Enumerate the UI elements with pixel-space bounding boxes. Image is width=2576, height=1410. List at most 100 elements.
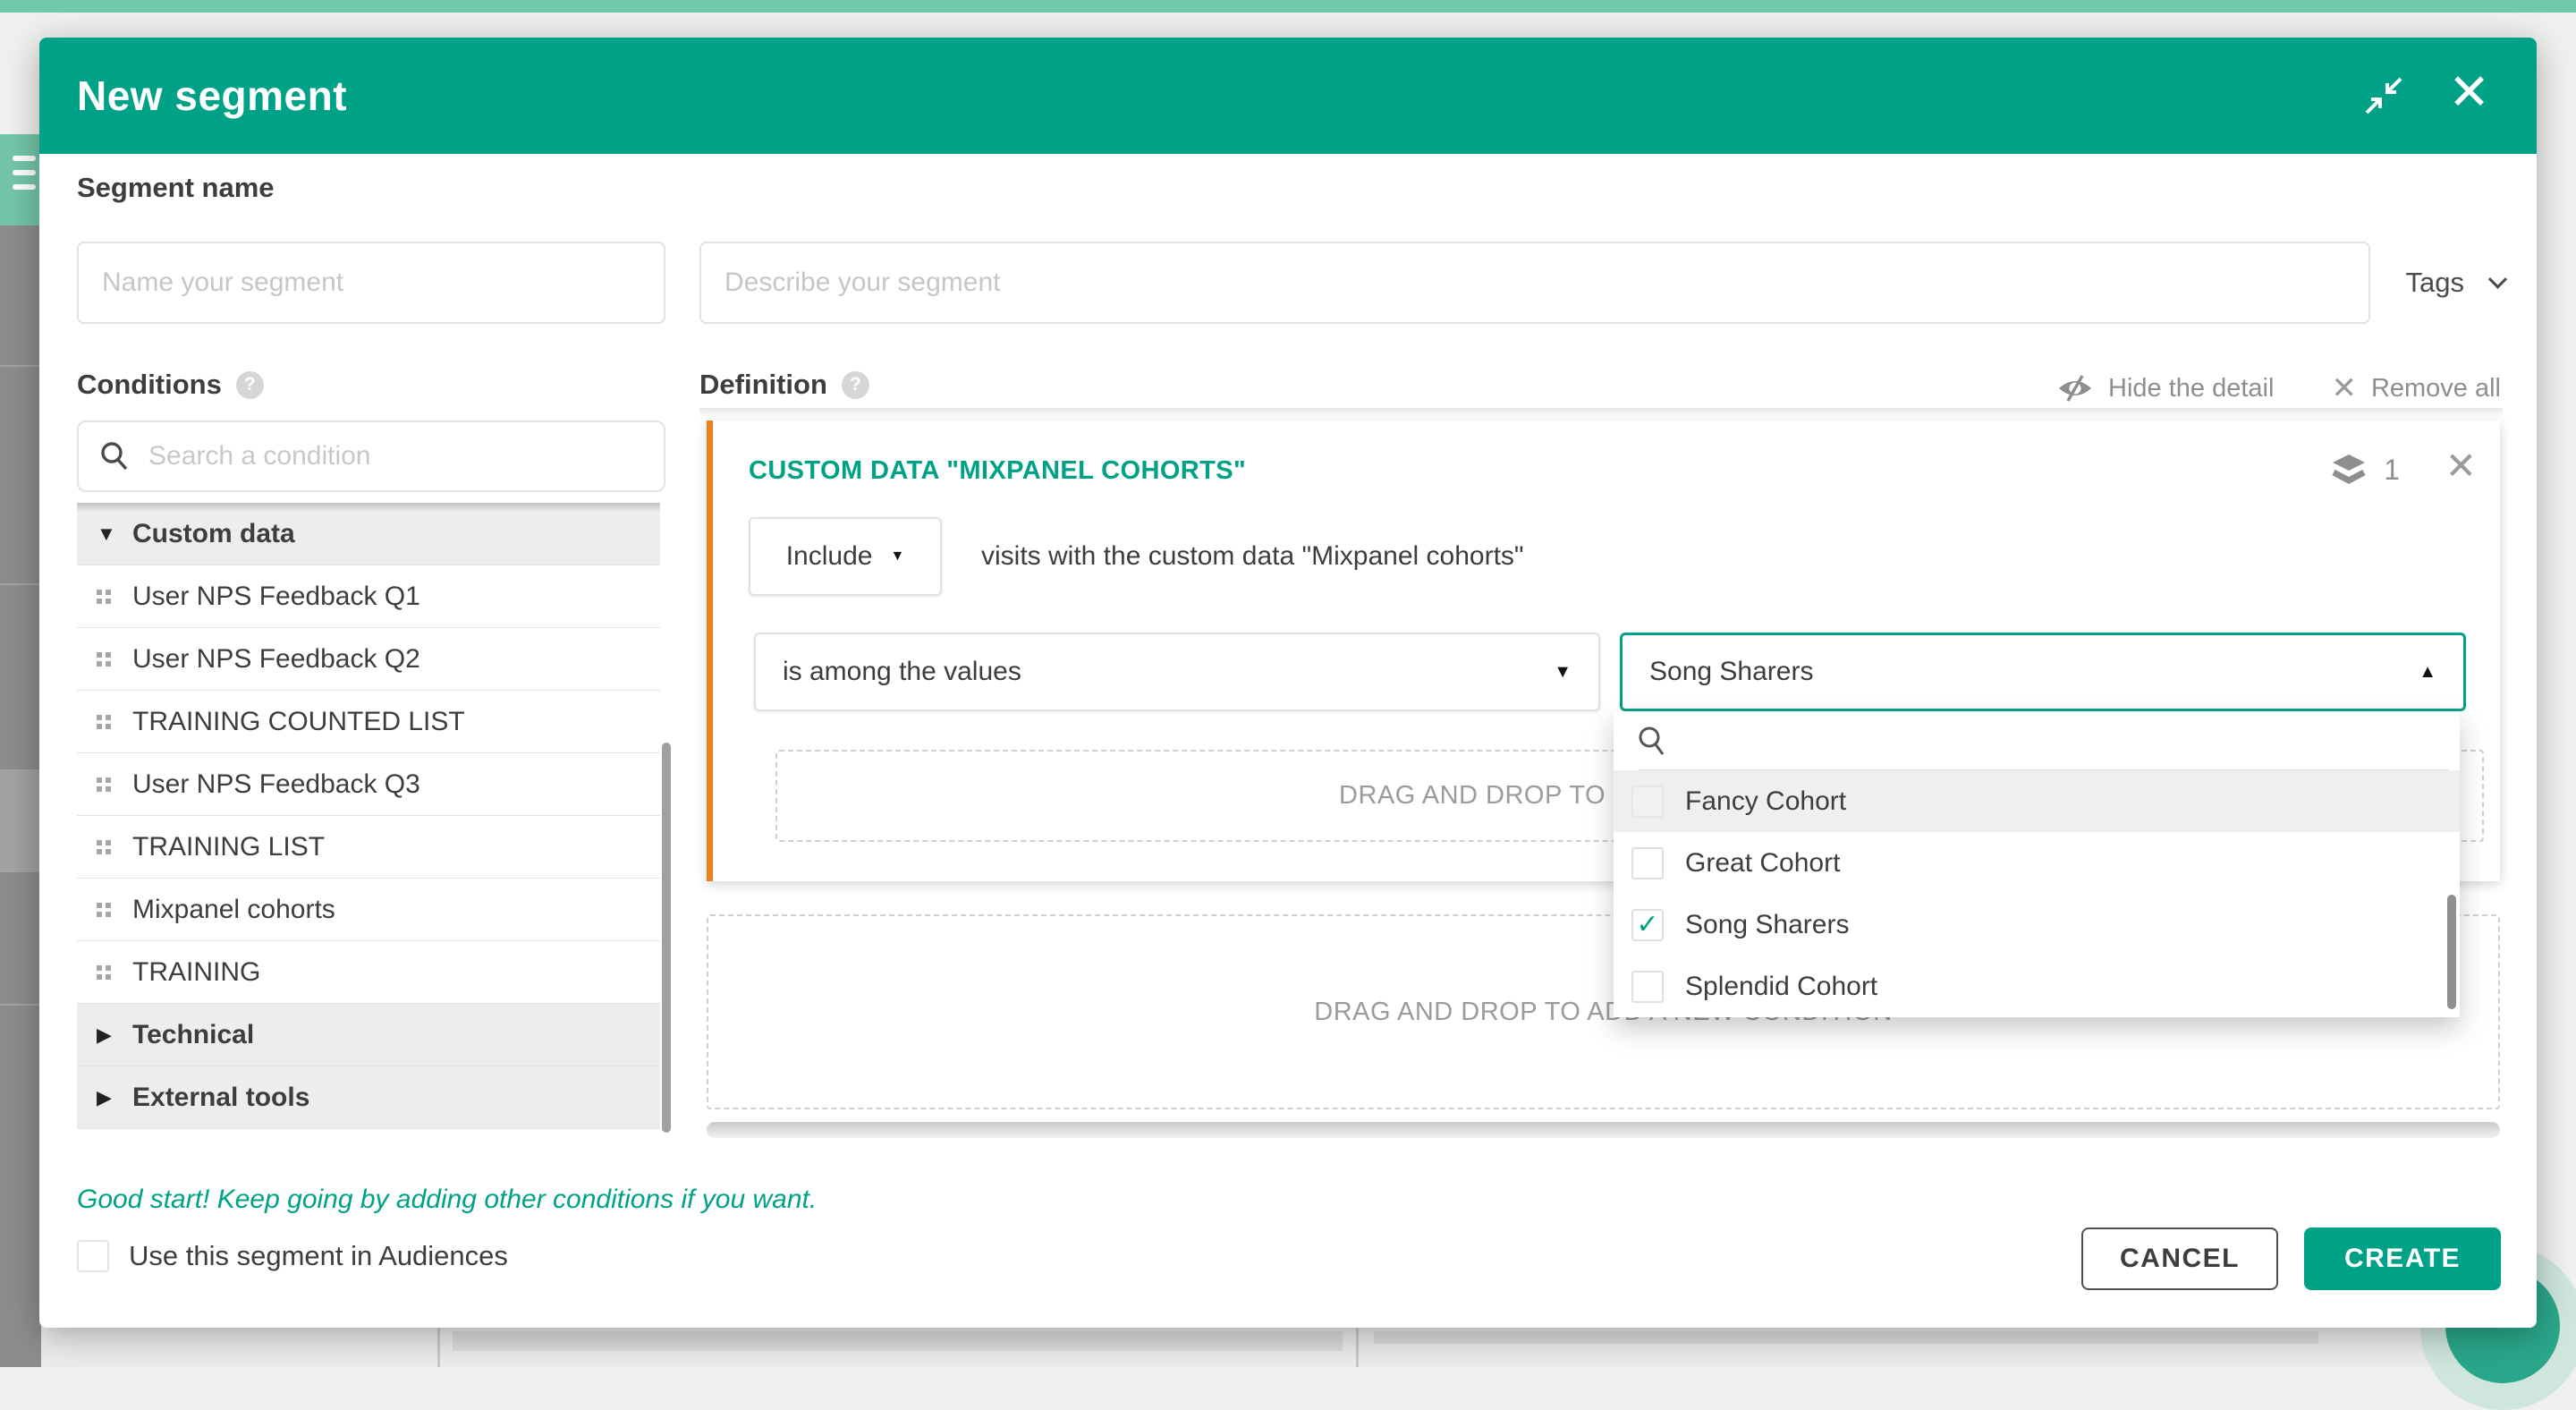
segment-name-label: Segment name xyxy=(77,172,275,204)
top-bar xyxy=(0,0,2576,13)
background-card xyxy=(1374,1331,2318,1344)
option-label: Song Sharers xyxy=(1685,910,1849,940)
tags-dropdown[interactable]: Tags xyxy=(2406,242,2504,324)
value-option[interactable]: ✓ Song Sharers xyxy=(1614,894,2460,956)
option-checkbox[interactable]: ✓ xyxy=(1631,909,1664,941)
sidebar-divider xyxy=(0,365,41,367)
condition-item-label: User NPS Feedback Q1 xyxy=(132,582,420,612)
drag-handle-icon[interactable] xyxy=(97,590,111,604)
value-select[interactable]: Song Sharers ▲ xyxy=(1620,633,2466,711)
segment-description-input[interactable] xyxy=(699,242,2370,324)
condition-list-item[interactable]: ▼ ▶ TRAINING xyxy=(77,941,660,1004)
value-option[interactable]: ✓ Great Cohort xyxy=(1614,832,2460,894)
collapse-icon[interactable] xyxy=(2363,75,2404,116)
check-icon: ✓ xyxy=(1636,912,1658,939)
condition-item-label: TRAINING COUNTED LIST xyxy=(132,707,465,737)
value-option[interactable]: ✓ Splendid Cohort xyxy=(1614,956,2460,1017)
condition-item-label: Mixpanel cohorts xyxy=(132,895,335,925)
drag-handle-icon[interactable] xyxy=(97,777,111,792)
menu-bar xyxy=(13,170,36,175)
value-options: ✓ Fancy Cohort ✓ Great Cohort ✓ Song Sha… xyxy=(1614,770,2460,1017)
encouragement-hint: Good start! Keep going by adding other c… xyxy=(77,1185,817,1215)
definition-horizontal-scrollbar[interactable] xyxy=(707,1122,2500,1138)
chevron-down-icon xyxy=(2488,269,2507,288)
condition-list-item[interactable]: ▼ ▶ TRAINING LIST xyxy=(77,816,660,879)
audiences-option: Use this segment in Audiences xyxy=(77,1240,508,1272)
definition-divider-shadow xyxy=(699,409,2503,418)
remove-all-button[interactable]: ✕ Remove all xyxy=(2331,370,2501,406)
drag-handle-icon[interactable] xyxy=(97,840,111,854)
definition-section-label: Definition ? xyxy=(699,365,869,404)
caret-right-icon: ▶ xyxy=(97,1086,132,1109)
definition-toolbar: Hide the detail ✕ Remove all xyxy=(2056,370,2501,406)
condition-list-item[interactable]: ▼ ▶ TRAINING COUNTED LIST xyxy=(77,691,660,753)
eye-slash-icon xyxy=(2056,375,2094,402)
drag-handle-icon[interactable] xyxy=(97,652,111,667)
option-checkbox[interactable]: ✓ xyxy=(1631,786,1664,818)
help-icon[interactable]: ? xyxy=(842,371,869,399)
menu-icon[interactable] xyxy=(0,134,41,225)
layers-icon xyxy=(2330,453,2368,487)
condition-list-item[interactable]: ▼ ▶ Technical xyxy=(77,1004,660,1066)
condition-search-input[interactable] xyxy=(147,440,612,472)
condition-description: visits with the custom data "Mixpanel co… xyxy=(981,517,1524,596)
drag-handle-icon[interactable] xyxy=(97,965,111,980)
condition-list-item[interactable]: ▼ ▶ User NPS Feedback Q1 xyxy=(77,565,660,628)
tags-label: Tags xyxy=(2406,267,2464,299)
search-icon xyxy=(1637,725,1667,757)
condition-close-icon[interactable]: ✕ xyxy=(2445,444,2477,488)
value-select-label: Song Sharers xyxy=(1649,657,1813,687)
close-icon[interactable]: ✕ xyxy=(2448,63,2490,122)
layer-count: 1 xyxy=(2384,454,2400,487)
condition-card-title: CUSTOM DATA "MIXPANEL COHORTS" xyxy=(749,456,1246,486)
value-option[interactable]: ✓ Fancy Cohort xyxy=(1614,770,2460,832)
audiences-checkbox[interactable] xyxy=(77,1240,109,1272)
sidebar-divider xyxy=(0,583,41,585)
audiences-label: Use this segment in Audiences xyxy=(129,1240,508,1272)
cancel-button[interactable]: CANCEL xyxy=(2081,1227,2278,1290)
operator-dropdown[interactable]: is among the values ▼ xyxy=(754,633,1600,711)
option-checkbox[interactable]: ✓ xyxy=(1631,847,1664,879)
condition-search xyxy=(77,420,665,492)
drag-handle-icon[interactable] xyxy=(97,715,111,729)
option-label: Splendid Cohort xyxy=(1685,972,1877,1002)
caret-down-icon: ▼ xyxy=(1554,662,1572,683)
modal-header: New segment ✕ xyxy=(39,38,2537,154)
caret-up-icon: ▲ xyxy=(2419,662,2436,683)
condition-item-label: User NPS Feedback Q3 xyxy=(132,769,420,800)
option-label: Great Cohort xyxy=(1685,848,1840,879)
drag-handle-icon[interactable] xyxy=(97,903,111,917)
layer-indicator: 1 xyxy=(2330,453,2400,487)
condition-list-item[interactable]: ▼ ▶ User NPS Feedback Q2 xyxy=(77,628,660,691)
sidebar-divider xyxy=(0,1004,41,1006)
remove-icon: ✕ xyxy=(2331,370,2357,406)
value-dropdown-scrollbar[interactable] xyxy=(2447,895,2456,1009)
condition-list-item[interactable]: ▼ ▶ Custom data xyxy=(77,503,660,565)
divider xyxy=(437,1328,440,1367)
conditions-scrollbar[interactable] xyxy=(662,743,671,1133)
segment-name-input[interactable] xyxy=(77,242,665,324)
condition-item-label: Technical xyxy=(132,1020,254,1050)
value-search[interactable] xyxy=(1614,711,2460,770)
page-content-behind-modal xyxy=(41,1328,2576,1367)
include-dropdown[interactable]: Include ▼ xyxy=(749,517,942,596)
sidebar-active-item[interactable] xyxy=(0,769,41,872)
option-checkbox[interactable]: ✓ xyxy=(1631,971,1664,1003)
include-label: Include xyxy=(786,541,873,572)
menu-bar xyxy=(13,156,36,161)
new-segment-modal: New segment ✕ Segment name Tags Conditio… xyxy=(39,38,2537,1328)
conditions-label-text: Conditions xyxy=(77,369,222,401)
condition-item-label: User NPS Feedback Q2 xyxy=(132,644,420,675)
hide-detail-button[interactable]: Hide the detail xyxy=(2056,374,2274,403)
help-icon[interactable]: ? xyxy=(236,371,264,399)
condition-list-item[interactable]: ▼ ▶ Mixpanel cohorts xyxy=(77,879,660,941)
condition-list-item[interactable]: ▼ ▶ External tools xyxy=(77,1066,660,1129)
sidebar xyxy=(0,134,41,1367)
value-dropdown-panel: ✓ Fancy Cohort ✓ Great Cohort ✓ Song Sha… xyxy=(1614,711,2460,1017)
remove-all-label: Remove all xyxy=(2371,374,2501,403)
condition-item-label: TRAINING LIST xyxy=(132,832,325,862)
condition-list-item[interactable]: ▼ ▶ User NPS Feedback Q3 xyxy=(77,753,660,816)
create-button[interactable]: CREATE xyxy=(2304,1227,2501,1290)
search-icon xyxy=(98,440,131,472)
condition-item-label: External tools xyxy=(132,1083,309,1113)
